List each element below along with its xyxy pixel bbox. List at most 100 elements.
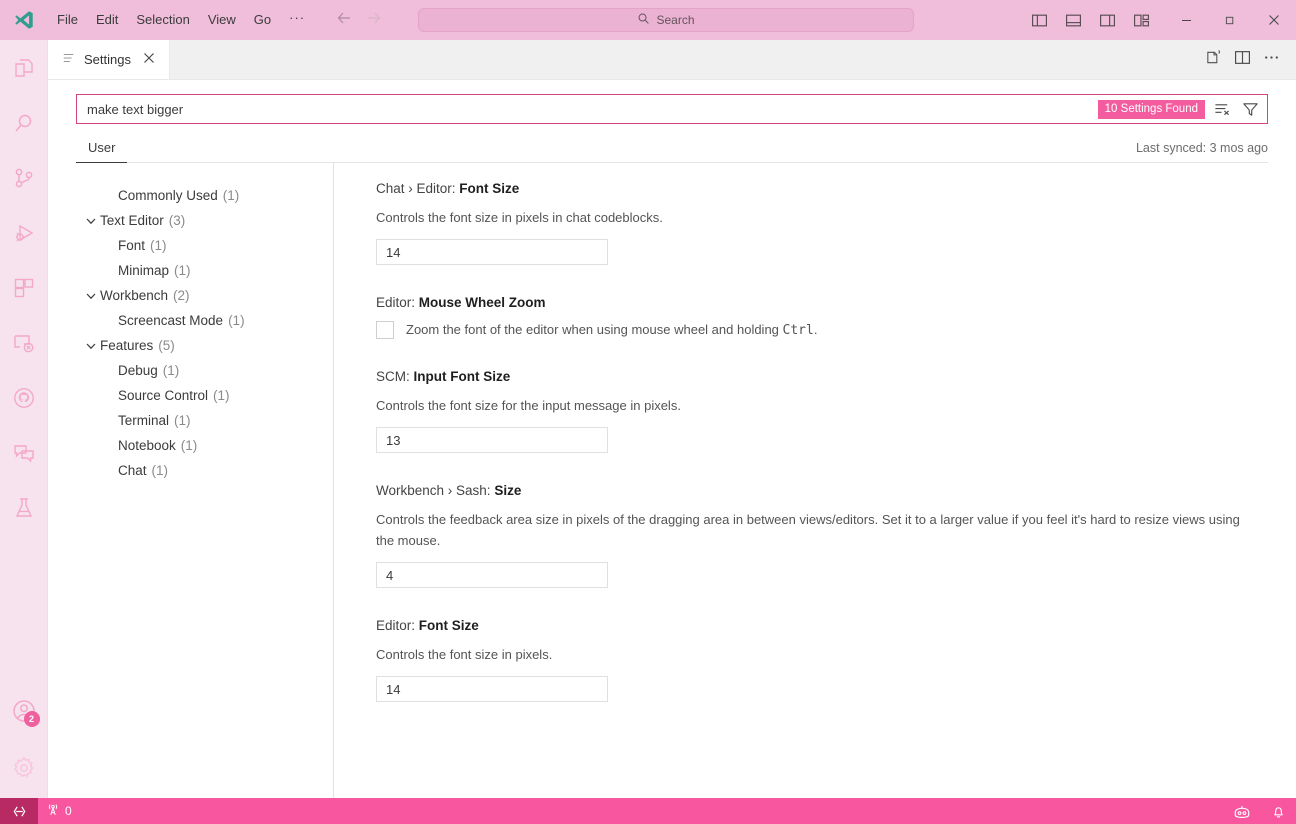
toc-item-debug[interactable]: Debug (1) [76, 358, 333, 383]
split-editor-icon[interactable] [1234, 49, 1251, 71]
close-button[interactable] [1252, 0, 1296, 40]
setting-title-prefix: SCM: [376, 369, 414, 384]
tab-settings[interactable]: Settings [48, 40, 170, 79]
toc-count: (1) [223, 188, 240, 203]
menu-file[interactable]: File [48, 7, 87, 33]
sidebar-item-chat[interactable] [0, 425, 48, 480]
setting-title: Editor: Font Size [376, 618, 1276, 633]
toc-label: Features [100, 338, 153, 353]
last-synced-label: Last synced: 3 mos ago [1136, 141, 1268, 162]
settings-split: Commonly Used (1) Text Editor (3) Font (… [48, 163, 1296, 798]
toc-label: Font [118, 238, 145, 253]
navigation-buttons[interactable] [336, 10, 382, 30]
sidebar-item-remote-explorer[interactable] [0, 315, 48, 370]
toc-item-notebook[interactable]: Notebook (1) [76, 433, 333, 458]
setting-value-input[interactable] [376, 427, 608, 453]
more-actions-icon[interactable] [1263, 49, 1280, 71]
setting-title-key: Input Font Size [414, 369, 511, 384]
menu-view[interactable]: View [199, 7, 245, 33]
toc-item-font[interactable]: Font (1) [76, 233, 333, 258]
sidebar-item-source-control[interactable] [0, 150, 48, 205]
toc-item-commonly-used[interactable]: Commonly Used (1) [76, 183, 333, 208]
settings-list: Chat › Editor: Font Size Controls the fo… [334, 163, 1296, 798]
toggle-primary-sidebar-icon[interactable] [1026, 7, 1052, 33]
filter-icon[interactable] [1239, 98, 1261, 120]
toc-label: Text Editor [100, 213, 164, 228]
toggle-panel-icon[interactable] [1060, 7, 1086, 33]
sidebar-item-run-and-debug[interactable] [0, 205, 48, 260]
arrow-right-icon[interactable] [366, 10, 382, 30]
remote-host-icon [12, 804, 27, 819]
setting-title-prefix: Workbench › Sash: [376, 483, 494, 498]
setting-title: SCM: Input Font Size [376, 369, 1276, 384]
toc-label: Notebook [118, 438, 176, 453]
status-bar: 0 [0, 798, 1296, 824]
toc-item-features[interactable]: Features (5) [76, 333, 333, 358]
setting-title-prefix: Chat › Editor: [376, 181, 459, 196]
toc-item-terminal[interactable]: Terminal (1) [76, 408, 333, 433]
sidebar-item-testing[interactable] [0, 480, 48, 535]
toc-count: (1) [174, 263, 191, 278]
setting-editor-font-size: Editor: Font Size Controls the font size… [376, 618, 1276, 702]
editor-tabs: Settings [48, 40, 1296, 80]
sidebar-item-github[interactable] [0, 370, 48, 425]
tab-user-settings[interactable]: User [76, 136, 127, 163]
setting-value-input[interactable] [376, 239, 608, 265]
clear-search-results-icon[interactable] [1211, 98, 1233, 120]
menu-edit[interactable]: Edit [87, 7, 127, 33]
menu-bar[interactable]: File Edit Selection View Go ··· [48, 7, 314, 33]
close-icon[interactable] [139, 52, 159, 67]
toc-item-chat[interactable]: Chat (1) [76, 458, 333, 483]
setting-title-prefix: Editor: [376, 618, 419, 633]
menu-selection[interactable]: Selection [127, 7, 198, 33]
toc-count: (2) [173, 288, 190, 303]
setting-description: Controls the font size in pixels. [376, 644, 1256, 665]
toc-item-text-editor[interactable]: Text Editor (3) [76, 208, 333, 233]
command-center[interactable]: Search [418, 8, 914, 32]
inline-code-ctrl: Ctrl [783, 323, 814, 338]
chevron-down-icon[interactable] [82, 290, 100, 302]
open-settings-json-icon[interactable] [1205, 49, 1222, 71]
menu-more[interactable]: ··· [280, 9, 314, 31]
setting-value-input[interactable] [376, 676, 608, 702]
layout-controls[interactable] [1026, 7, 1164, 33]
settings-search-box[interactable]: 10 Settings Found [76, 94, 1268, 124]
github-icon [12, 386, 36, 410]
sidebar-item-extensions[interactable] [0, 260, 48, 315]
tab-label: Settings [84, 52, 131, 67]
files-icon [12, 56, 36, 80]
toc-label: Source Control [118, 388, 208, 403]
notifications-bell-icon[interactable] [1261, 798, 1296, 824]
toc-item-screencast-mode[interactable]: Screencast Mode (1) [76, 308, 333, 333]
toc-item-source-control[interactable]: Source Control (1) [76, 383, 333, 408]
sidebar-item-search[interactable] [0, 95, 48, 150]
accounts-button[interactable]: 2 [0, 683, 48, 738]
extensions-icon [12, 276, 36, 300]
toggle-secondary-sidebar-icon[interactable] [1094, 7, 1120, 33]
menu-go[interactable]: Go [245, 7, 280, 33]
toc-label: Screencast Mode [118, 313, 223, 328]
accounts-badge: 2 [24, 711, 40, 727]
copilot-icon[interactable] [1223, 798, 1261, 824]
maximize-button[interactable] [1208, 0, 1252, 40]
status-problems[interactable]: 0 [38, 798, 80, 824]
toc-count: (1) [213, 388, 230, 403]
setting-checkbox[interactable] [376, 321, 394, 339]
toc-item-workbench[interactable]: Workbench (2) [76, 283, 333, 308]
search-input[interactable] [87, 95, 1098, 123]
arrow-left-icon[interactable] [336, 10, 352, 30]
minimize-button[interactable] [1164, 0, 1208, 40]
titlebar-right-group [854, 0, 1296, 40]
setting-chat-editor-font-size: Chat › Editor: Font Size Controls the fo… [376, 181, 1276, 265]
sidebar-item-explorer[interactable] [0, 40, 48, 95]
setting-checkbox-row[interactable]: Zoom the font of the editor when using m… [376, 321, 1276, 339]
manage-settings-button[interactable] [0, 738, 48, 798]
chevron-down-icon[interactable] [82, 215, 100, 227]
remote-host-button[interactable] [0, 798, 38, 824]
chevron-down-icon[interactable] [82, 340, 100, 352]
customize-layout-icon[interactable] [1128, 7, 1154, 33]
toc-count: (1) [174, 413, 191, 428]
toc-count: (3) [169, 213, 186, 228]
toc-item-minimap[interactable]: Minimap (1) [76, 258, 333, 283]
setting-value-input[interactable] [376, 562, 608, 588]
